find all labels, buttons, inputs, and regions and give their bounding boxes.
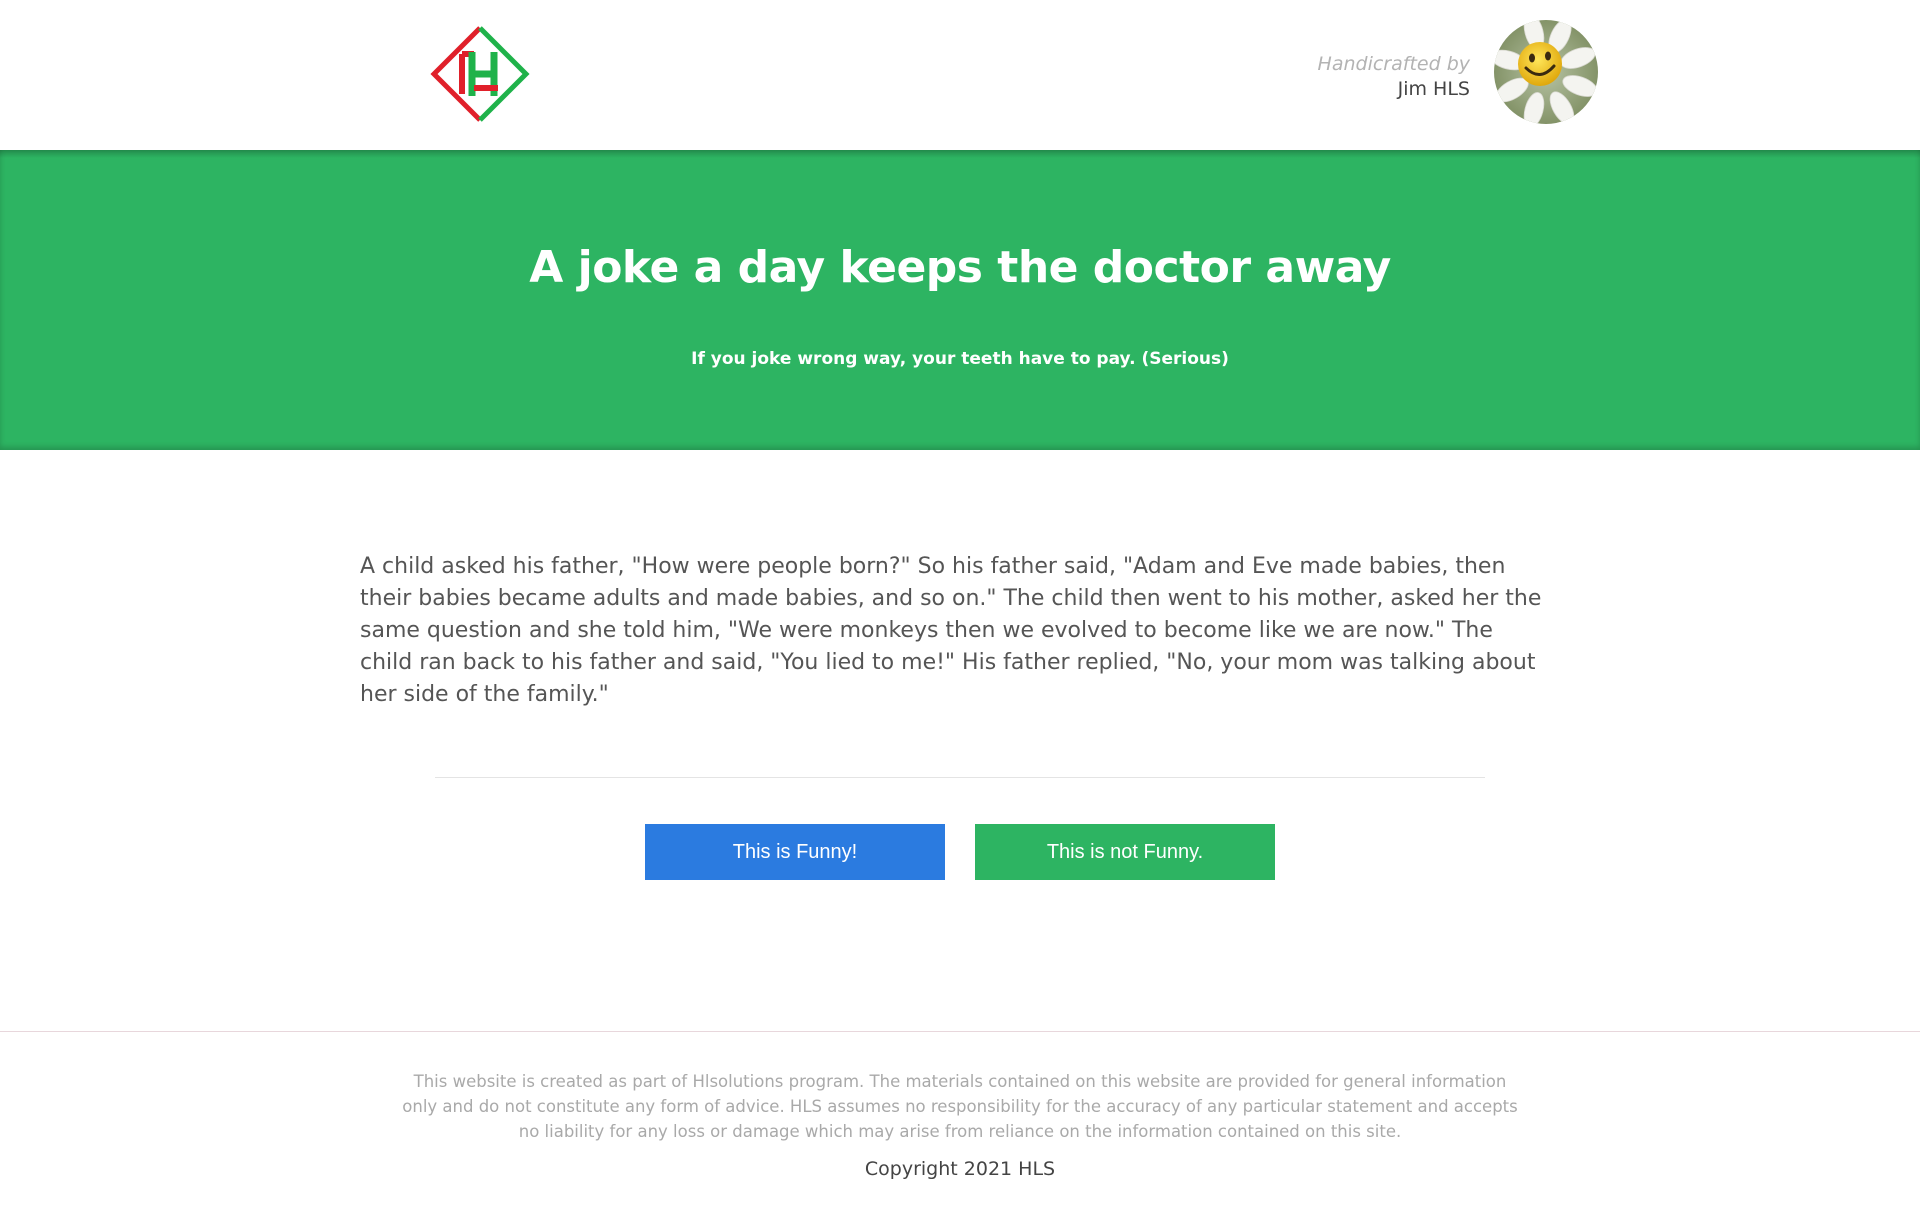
footer-divider (0, 1031, 1920, 1032)
site-header: Handicrafted by Jim HLS (0, 0, 1920, 150)
hls-logo-icon[interactable] (428, 24, 532, 124)
divider (435, 777, 1485, 778)
author-tag: Handicrafted by (1317, 53, 1470, 75)
footer-disclaimer: This website is created as part of Hlsol… (402, 1072, 1518, 1141)
author-credit: Handicrafted by Jim HLS (1318, 52, 1470, 102)
funny-button[interactable]: This is Funny! (645, 824, 945, 880)
not-funny-button[interactable]: This is not Funny. (975, 824, 1275, 880)
avatar[interactable] (1494, 20, 1598, 124)
page: Handicrafted by Jim HLS A joke a day kee… (0, 0, 1920, 1231)
page-subtitle: If you joke wrong way, your teeth have t… (691, 349, 1229, 369)
copyright: Copyright 2021 HLS (864, 1158, 1056, 1180)
joke-text: A child asked his father, "How were peop… (360, 554, 1542, 707)
page-title: A joke a day keeps the doctor away (529, 242, 1391, 293)
smiling-daisy-icon (1494, 20, 1598, 124)
hero-banner: A joke a day keeps the doctor away If yo… (0, 150, 1920, 450)
author-name[interactable]: Jim HLS (1318, 76, 1470, 102)
